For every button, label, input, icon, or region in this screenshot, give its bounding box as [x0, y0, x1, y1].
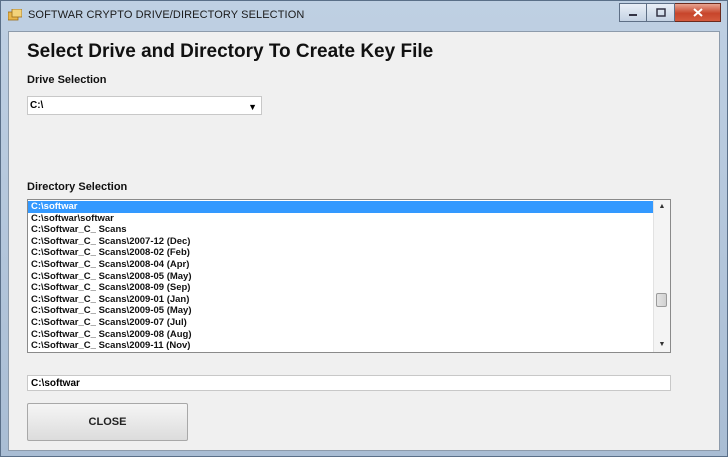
directory-list-item[interactable]: C:\Softwar_C_ Scans\2009-01 (Jan) — [28, 294, 656, 306]
directory-listbox[interactable]: C:\softwar C:\softwar\softwar C:\Softwar_C… — [27, 199, 671, 353]
directory-list-item[interactable]: C:\Softwar_C_ Scans\2009-11 (Nov) — [28, 340, 656, 352]
window-controls — [619, 3, 721, 23]
directory-list-item[interactable]: C:\Softwar_C_ Scans\2009-05 (May) — [28, 305, 656, 317]
client-area: Select Drive and Directory To Create Key… — [8, 31, 720, 451]
drive-select-value: C:\ — [30, 100, 44, 111]
maximize-icon — [655, 8, 666, 17]
directory-list-item[interactable]: C:\Softwar_C_ Scans\2009-07 (Jul) — [28, 317, 656, 329]
scroll-up-icon[interactable]: ▲ — [654, 200, 670, 214]
directory-list-item[interactable]: C:\Softwar_C_ Scans\2009-08 (Aug) — [28, 329, 656, 341]
title-bar[interactable]: SOFTWAR CRYPTO DRIVE/DIRECTORY SELECTION — [1, 1, 727, 31]
scroll-down-icon[interactable]: ▼ — [654, 338, 670, 352]
directory-list-item[interactable]: C:\Softwar_C_ Scans\2008-04 (Apr) — [28, 259, 656, 271]
directory-list-item[interactable]: C:\Softwar_C_ Scans\2008-09 (Sep) — [28, 282, 656, 294]
drive-select[interactable]: C:\ ▼ — [27, 96, 262, 115]
directory-list-item[interactable]: C:\Softwar_C_ Scans\2007-12 (Dec) — [28, 236, 656, 248]
chevron-down-icon[interactable]: ▼ — [248, 102, 257, 112]
drive-selection-label: Drive Selection — [27, 74, 107, 86]
selected-path-value: C:\softwar — [31, 378, 80, 389]
directory-list: C:\softwar C:\softwar\softwar C:\Softwar_C… — [28, 201, 656, 352]
close-button[interactable]: CLOSE — [27, 403, 188, 441]
directory-scrollbar[interactable]: ▲ ▼ — [653, 200, 670, 352]
maximize-button[interactable] — [647, 3, 675, 22]
window-title: SOFTWAR CRYPTO DRIVE/DIRECTORY SELECTION — [28, 9, 305, 21]
directory-selection-label: Directory Selection — [27, 181, 128, 193]
minimize-icon — [629, 13, 637, 16]
dialog-window: SOFTWAR CRYPTO DRIVE/DIRECTORY SELECTION… — [0, 0, 728, 457]
scrollbar-thumb[interactable] — [656, 293, 667, 307]
directory-list-item[interactable]: C:\softwar\softwar — [28, 213, 656, 225]
directory-list-item[interactable]: C:\Softwar_C_ Scans — [28, 224, 656, 236]
minimize-button[interactable] — [619, 3, 647, 22]
directory-list-item[interactable]: C:\Softwar_C_ Scans\2008-05 (May) — [28, 271, 656, 283]
directory-list-item[interactable]: C:\Softwar_C_ Scans\2008-02 (Feb) — [28, 247, 656, 259]
app-icon — [8, 9, 22, 21]
window-close-button[interactable] — [675, 3, 721, 22]
selected-path-field[interactable]: C:\softwar — [27, 375, 671, 391]
directory-list-item[interactable]: C:\softwar — [28, 201, 656, 213]
close-icon — [692, 8, 703, 17]
page-title: Select Drive and Directory To Create Key… — [27, 41, 434, 62]
